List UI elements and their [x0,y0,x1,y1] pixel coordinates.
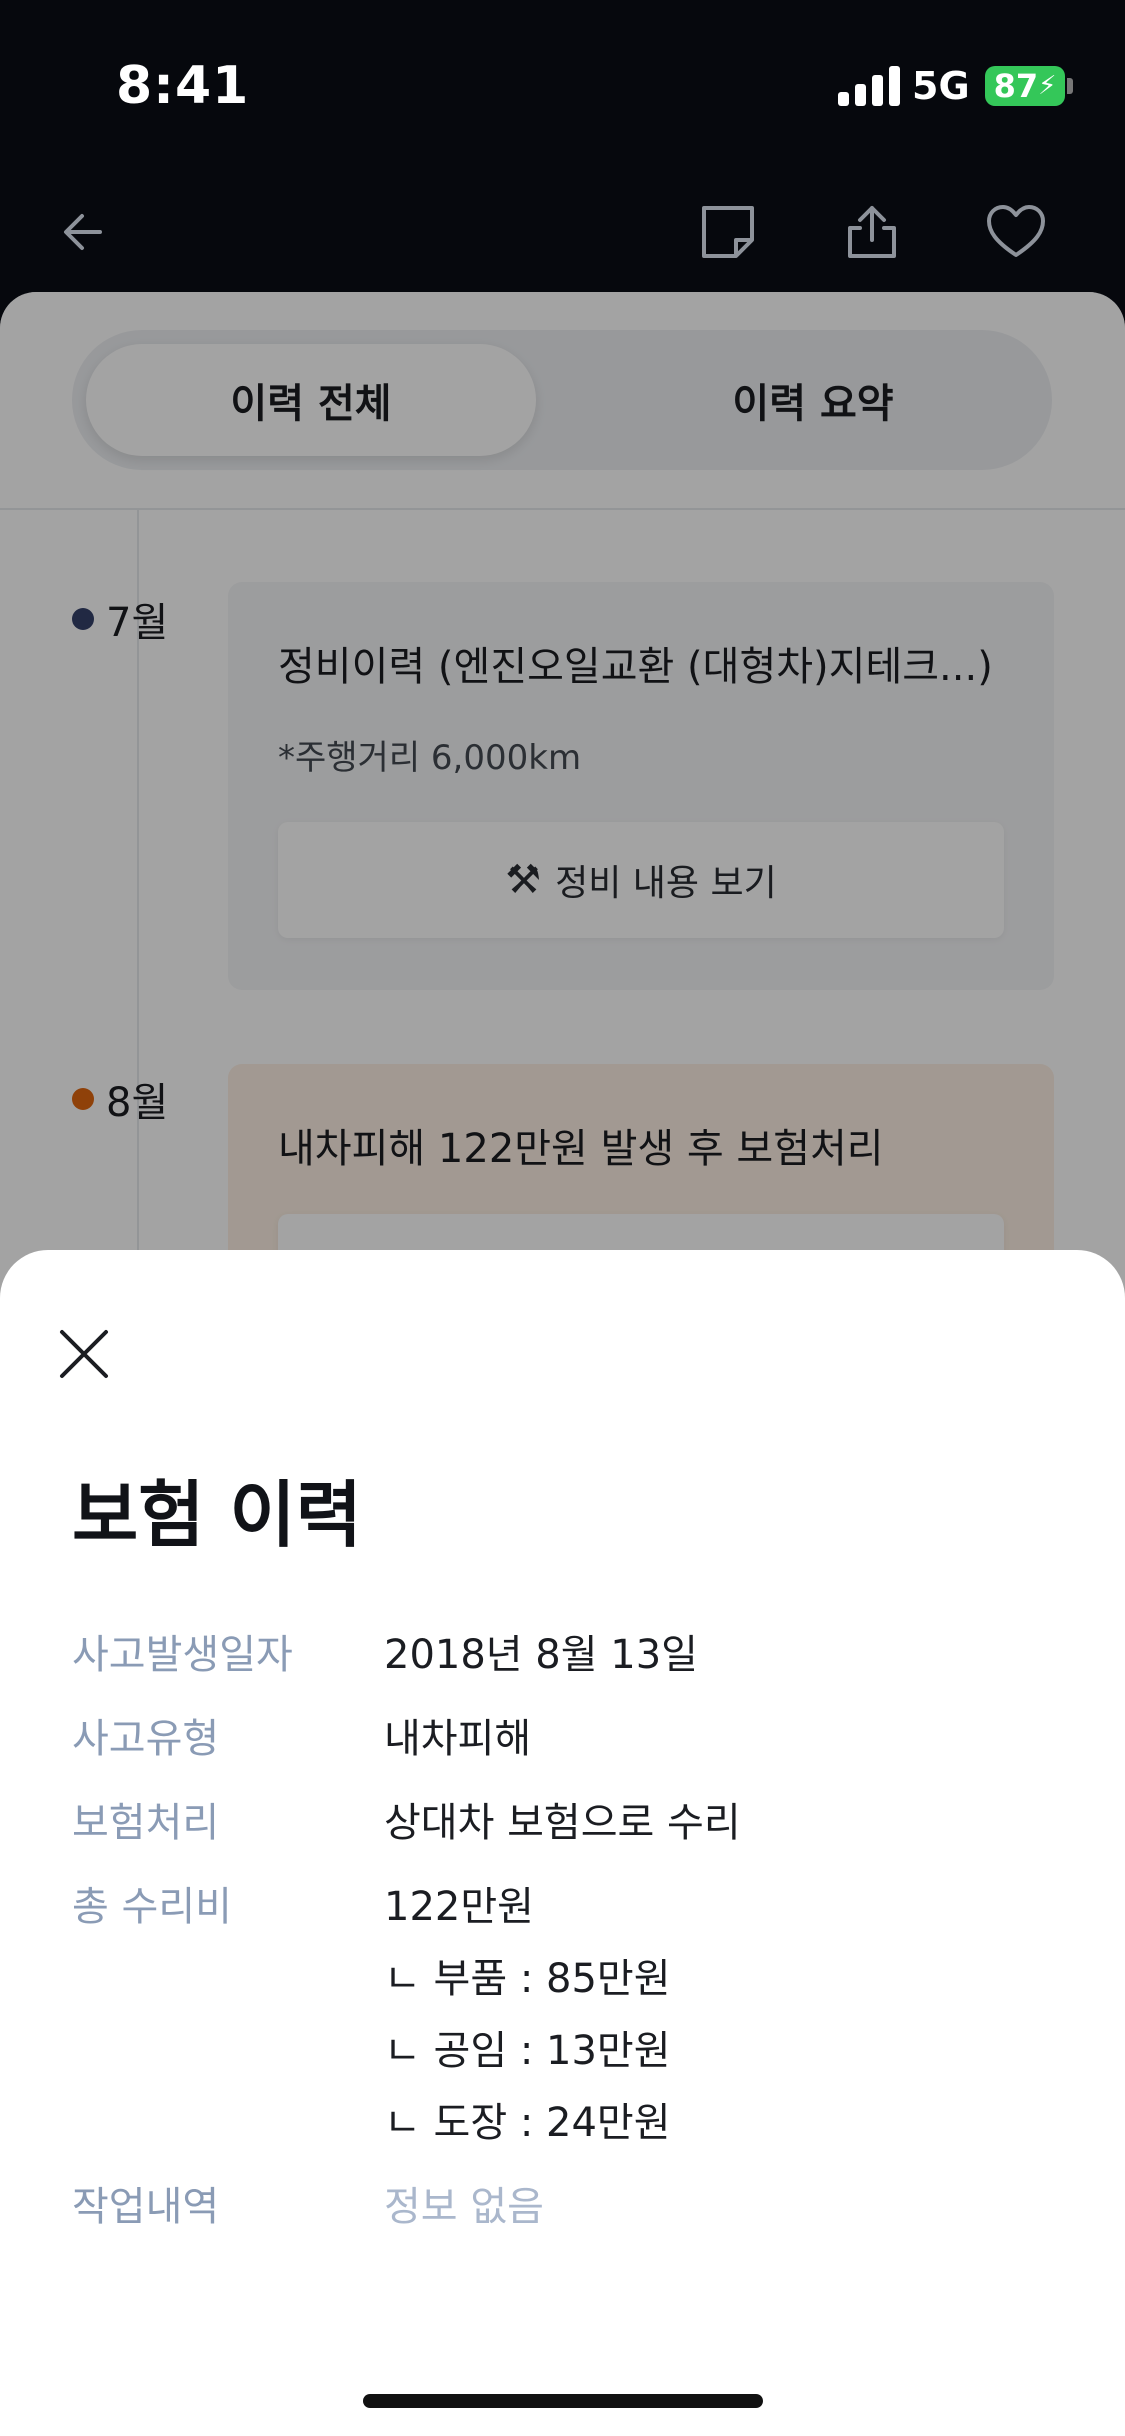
battery-tip [1067,78,1073,94]
network-type: 5G [912,64,970,108]
insurance-process-label: 보험처리 [72,1800,220,1846]
total-repair-label: 총 수리비 [72,1884,232,1930]
share-button[interactable] [832,192,912,272]
status-time: 8:41 [116,56,250,116]
nav-bar [0,180,1125,290]
close-button[interactable] [52,1322,116,1386]
like-button[interactable] [976,192,1056,272]
accident-date-label: 사고발생일자 [72,1632,293,1678]
arrow-left-icon [64,214,102,250]
total-repair-value: 122만원 [384,1884,534,1930]
share-icon [848,206,896,258]
status-bar: 8:41 5G 87 ⚡ [0,0,1125,180]
battery-level: 87 [993,67,1039,105]
heart-icon [987,205,1045,257]
close-icon [60,1330,108,1378]
insurance-history-sheet: 보험 이력 사고발생일자 2018년 8월 13일 사고유형 내차피해 보험처리… [0,1250,1125,2436]
work-details-label: 작업내역 [72,2184,220,2230]
accident-type-value: 내차피해 [384,1716,532,1762]
note-icon [702,206,754,258]
labor-cost-value: ㄴ 공임 : 13만원 [384,2028,671,2074]
memo-button[interactable] [688,192,768,272]
paint-cost-value: ㄴ 도장 : 24만원 [384,2100,671,2146]
accident-date-value: 2018년 8월 13일 [384,1632,698,1678]
sheet-title: 보험 이력 [72,1473,363,1557]
insurance-process-value: 상대차 보험으로 수리 [384,1800,741,1846]
work-details-value: 정보 없음 [384,2184,544,2230]
accident-type-label: 사고유형 [72,1716,220,1762]
back-button[interactable] [44,192,124,272]
signal-icon [838,66,900,106]
home-indicator[interactable] [363,2394,763,2408]
parts-cost-value: ㄴ 부품 : 85만원 [384,1956,671,2002]
battery-icon: 87 ⚡ [985,66,1065,106]
